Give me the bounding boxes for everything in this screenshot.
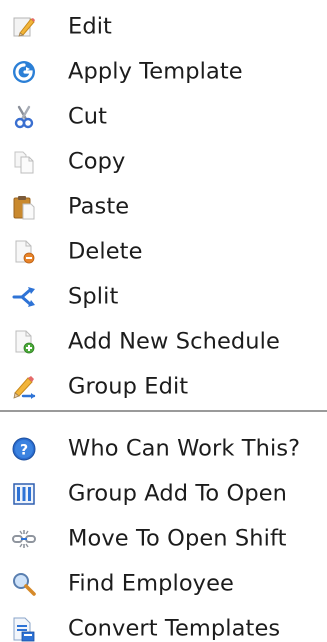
menu-item-delete[interactable]: Delete [0, 229, 327, 274]
add-schedule-icon [11, 329, 37, 355]
menu-item-convert-templates[interactable]: Convert Templates [0, 606, 327, 642]
menu-item-edit[interactable]: Edit [0, 4, 327, 49]
menu-item-label: Paste [68, 192, 130, 219]
split-icon [11, 284, 37, 310]
menu-item-move-to-open-shift[interactable]: Move To Open Shift [0, 516, 327, 561]
menu-item-paste[interactable]: Paste [0, 184, 327, 229]
menu-item-label: Cut [68, 102, 108, 129]
menu-item-label: Find Employee [68, 569, 234, 596]
menu-item-label: Delete [68, 237, 143, 264]
copy-icon [11, 149, 37, 175]
menu-item-label: Copy [68, 147, 126, 174]
pencil-icon [11, 14, 37, 40]
apply-template-icon [11, 59, 37, 85]
scissors-icon [11, 104, 37, 130]
menu-item-find-employee[interactable]: Find Employee [0, 561, 327, 606]
menu-item-label: Split [68, 282, 119, 309]
menu-item-label: Who Can Work This? [68, 434, 301, 461]
menu-item-label: Group Add To Open [68, 479, 287, 506]
menu-item-label: Edit [68, 12, 112, 39]
menu-item-label: Move To Open Shift [68, 524, 287, 551]
menu-item-label: Apply Template [68, 57, 243, 84]
menu-item-copy[interactable]: Copy [0, 139, 327, 184]
menu-item-cut[interactable]: Cut [0, 94, 327, 139]
paste-icon [11, 194, 37, 220]
convert-templates-icon [11, 616, 37, 642]
menu-item-group-edit[interactable]: Group Edit [0, 364, 327, 409]
menu-item-group-add-to-open[interactable]: Group Add To Open [0, 471, 327, 516]
menu-separator [0, 410, 327, 412]
help-icon: ? [11, 436, 37, 462]
menu-item-label: Add New Schedule [68, 327, 280, 354]
menu-item-who-can-work-this[interactable]: ? Who Can Work This? [0, 426, 327, 471]
group-edit-icon [11, 374, 37, 400]
delete-icon [11, 239, 37, 265]
menu-item-split[interactable]: Split [0, 274, 327, 319]
context-menu: Edit Apply Template Cut Copy Paste Delet… [0, 0, 327, 642]
menu-item-label: Group Edit [68, 372, 189, 399]
menu-item-apply-template[interactable]: Apply Template [0, 49, 327, 94]
group-add-icon [11, 481, 37, 507]
svg-text:?: ? [20, 442, 28, 458]
menu-item-label: Convert Templates [68, 614, 281, 641]
magnifier-icon [11, 571, 37, 597]
move-shift-icon [11, 526, 37, 552]
menu-item-add-new-schedule[interactable]: Add New Schedule [0, 319, 327, 364]
